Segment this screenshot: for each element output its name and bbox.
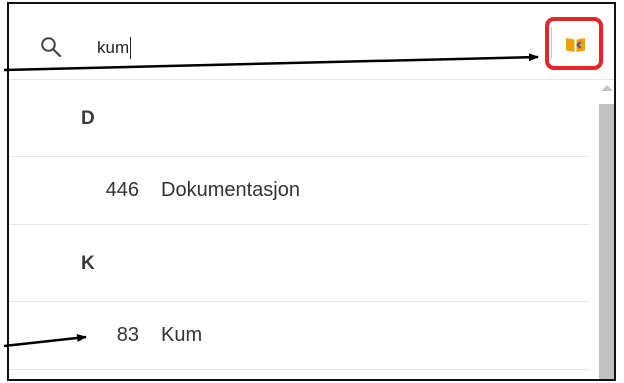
item-number: 446 — [105, 179, 139, 201]
screenshot-frame: kum D 446 Dokumentasjon K 83 Kum — [0, 0, 624, 383]
search-input-value: kum — [97, 38, 130, 57]
scrollbar[interactable] — [597, 80, 614, 379]
item-label: Kum — [161, 324, 203, 346]
item-label: Dokumentasjon — [161, 179, 300, 201]
list-item-dokumentasjon[interactable]: 446 Dokumentasjon — [9, 157, 589, 225]
item-number: 83 — [116, 324, 139, 346]
toolbar-divider — [551, 27, 552, 59]
group-header-k: K — [9, 225, 589, 302]
search-bar: kum — [9, 4, 614, 80]
group-header-d: D — [9, 80, 589, 157]
text-cursor — [130, 37, 132, 59]
search-input[interactable]: kum — [97, 34, 132, 62]
index-list: D 446 Dokumentasjon K 83 Kum — [9, 80, 589, 370]
group-letter: D — [81, 108, 95, 129]
scrollbar-thumb[interactable] — [599, 104, 614, 379]
group-letter: K — [81, 253, 95, 274]
list-item-kum[interactable]: 83 Kum — [9, 302, 589, 370]
book-index-button[interactable] — [545, 17, 603, 70]
search-icon[interactable] — [40, 36, 62, 58]
book-icon — [566, 38, 585, 52]
search-panel: kum D 446 Dokumentasjon K 83 Kum — [7, 2, 616, 381]
scroll-up-arrow-icon[interactable] — [601, 85, 613, 91]
